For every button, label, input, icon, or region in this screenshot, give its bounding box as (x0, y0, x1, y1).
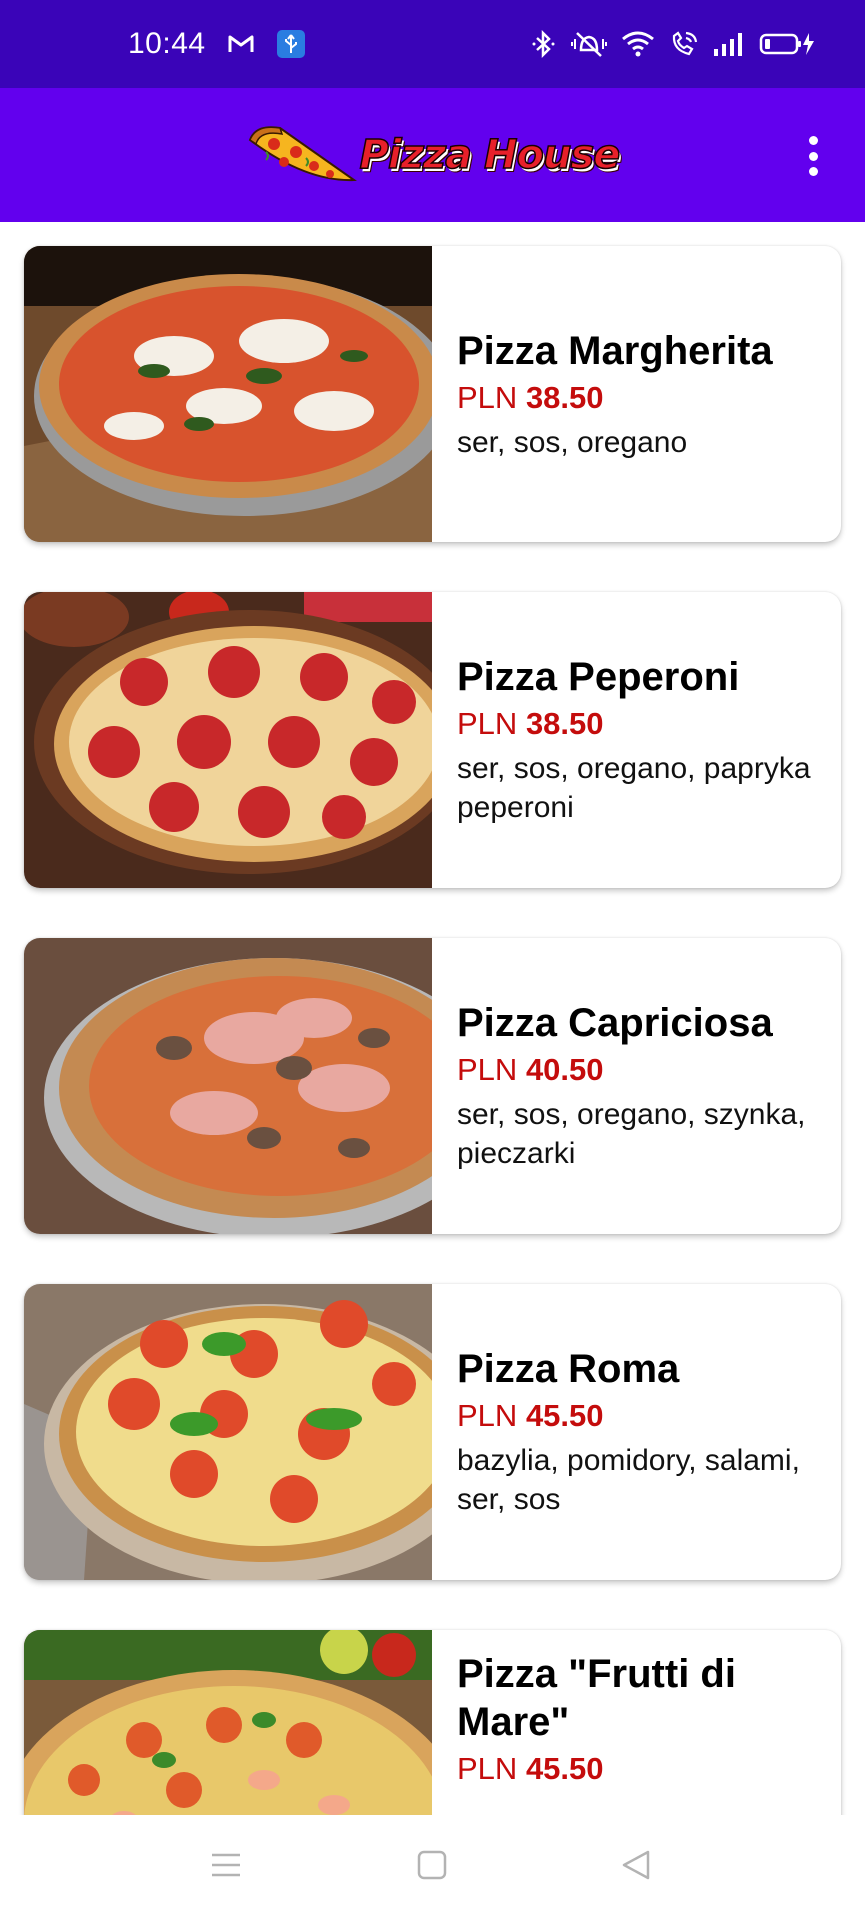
pizza-card[interactable]: Pizza "Frutti di Mare" PLN 45.50 (24, 1630, 841, 1815)
pizza-name: Pizza "Frutti di Mare" (457, 1652, 736, 1744)
app-title: Pizza House (359, 131, 621, 179)
signal-icon (713, 31, 745, 57)
pizza-peperoni-image (24, 592, 432, 888)
pizza-name: Pizza Capriciosa (457, 1001, 773, 1045)
pizza-name: Pizza Peperoni (457, 655, 740, 699)
pizza-card-body: Pizza Peperoni PLN 38.50 ser, sos, orega… (432, 592, 841, 888)
menu-icon[interactable] (210, 1849, 242, 1886)
pizza-card-body: Pizza "Frutti di Mare" PLN 45.50 (432, 1630, 841, 1815)
pizza-card-body: Pizza Roma PLN 45.50 bazylia, pomidory, … (432, 1284, 841, 1580)
pizza-ingredients: ser, sos, oregano, papryka peperoni (457, 752, 811, 824)
status-right (531, 30, 815, 58)
pizza-price: PLN 45.50 (457, 1398, 604, 1433)
more-vertical-icon[interactable] (793, 132, 833, 180)
pizza-name: Pizza Margherita (457, 328, 773, 373)
back-icon[interactable] (620, 1849, 652, 1886)
pizza-card-body: Pizza Capriciosa PLN 40.50 ser, sos, ore… (432, 938, 841, 1234)
pizza-price: PLN 40.50 (457, 1052, 604, 1087)
app-bar: Pizza House (0, 88, 865, 222)
pizza-ingredients: ser, sos, oregano (457, 425, 688, 459)
vibrate-icon (571, 30, 607, 58)
wifi-calling-icon (669, 30, 699, 58)
pizza-card[interactable]: Pizza Roma PLN 45.50 bazylia, pomidory, … (24, 1284, 841, 1580)
pizza-price: PLN 38.50 (457, 706, 604, 741)
pizza-card[interactable]: Pizza Capriciosa PLN 40.50 ser, sos, ore… (24, 938, 841, 1234)
pizza-card-body: Pizza Margherita PLN 38.50 ser, sos, ore… (432, 246, 841, 542)
pizza-margherita-image (24, 246, 432, 542)
pizza-list[interactable]: Pizza Margherita PLN 38.50 ser, sos, ore… (0, 222, 865, 1815)
status-time: 10:44 (128, 27, 206, 60)
pizza-capriciosa-image (24, 938, 432, 1234)
pizza-ingredients: bazylia, pomidory, salami, ser, sos (457, 1444, 800, 1516)
pizza-frutti-di-mare-image (24, 1630, 432, 1815)
usb-icon (276, 29, 306, 59)
battery-charging-icon (759, 30, 815, 58)
status-left: 10:44 (128, 27, 306, 61)
pizza-price: PLN 45.50 (457, 1751, 604, 1786)
navigation-bar (0, 1815, 865, 1922)
wifi-icon (621, 30, 655, 58)
status-bar: 10:44 (0, 0, 865, 88)
bluetooth-icon (531, 30, 557, 58)
home-icon[interactable] (416, 1849, 448, 1886)
app-logo: Pizza House (246, 122, 621, 188)
gmail-icon (228, 34, 254, 54)
pizza-slice-icon (248, 126, 357, 182)
pizza-name: Pizza Roma (457, 1347, 680, 1391)
pizza-ingredients: ser, sos, oregano, szynka, pieczarki (457, 1098, 806, 1170)
pizza-roma-image (24, 1284, 432, 1580)
pizza-card[interactable]: Pizza Margherita PLN 38.50 ser, sos, ore… (24, 246, 841, 542)
pizza-price: PLN 38.50 (457, 379, 604, 415)
pizza-card[interactable]: Pizza Peperoni PLN 38.50 ser, sos, orega… (24, 592, 841, 888)
